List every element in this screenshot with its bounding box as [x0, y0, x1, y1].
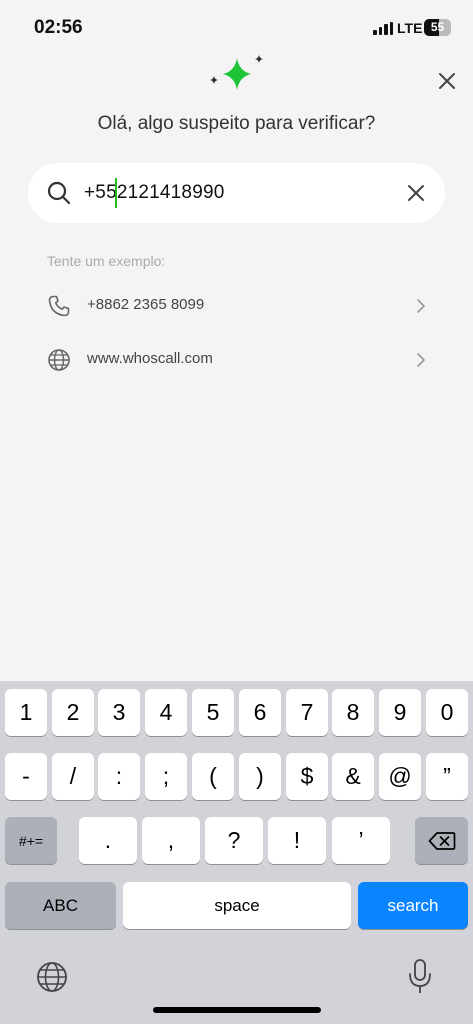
- search-field[interactable]: +552121418990: [28, 163, 445, 223]
- key-4[interactable]: 4: [145, 689, 187, 736]
- key-close-paren[interactable]: ): [239, 753, 281, 800]
- chevron-right-icon: [417, 299, 425, 313]
- microphone-icon[interactable]: [406, 958, 434, 996]
- key-question[interactable]: ?: [205, 817, 263, 864]
- key-2[interactable]: 2: [52, 689, 94, 736]
- phone-icon: [48, 295, 70, 317]
- search-key[interactable]: search: [358, 882, 468, 929]
- close-icon[interactable]: [432, 66, 462, 96]
- key-comma[interactable]: ,: [142, 817, 200, 864]
- key-quote[interactable]: ”: [426, 753, 468, 800]
- key-0[interactable]: 0: [426, 689, 468, 736]
- search-input[interactable]: +552121418990: [84, 182, 225, 204]
- network-type: LTE: [397, 20, 423, 36]
- text-cursor: [115, 178, 117, 208]
- key-at[interactable]: @: [379, 753, 421, 800]
- example-label: +8862 2365 8099: [87, 296, 205, 313]
- chevron-right-icon: [417, 353, 425, 367]
- key-1[interactable]: 1: [5, 689, 47, 736]
- battery-percent: 55: [430, 20, 445, 34]
- home-indicator: [153, 1007, 321, 1013]
- examples-label: Tente um exemplo:: [47, 253, 166, 269]
- key-8[interactable]: 8: [332, 689, 374, 736]
- key-5[interactable]: 5: [192, 689, 234, 736]
- key-more-symbols[interactable]: #+=: [5, 817, 57, 864]
- key-ampersand[interactable]: &: [332, 753, 374, 800]
- key-7[interactable]: 7: [286, 689, 328, 736]
- key-apostrophe[interactable]: ’: [332, 817, 390, 864]
- close-icon[interactable]: [405, 182, 427, 204]
- key-period[interactable]: .: [79, 817, 137, 864]
- backspace-icon: [428, 831, 455, 850]
- sparkle-icon: [210, 55, 263, 90]
- key-dollar[interactable]: $: [286, 753, 328, 800]
- key-semicolon[interactable]: ;: [145, 753, 187, 800]
- battery-icon: 55: [424, 19, 451, 36]
- example-item-phone[interactable]: +8862 2365 8099: [0, 281, 473, 331]
- key-hyphen[interactable]: -: [5, 753, 47, 800]
- key-3[interactable]: 3: [98, 689, 140, 736]
- signal-icon: [373, 22, 393, 35]
- globe-icon[interactable]: [35, 960, 69, 994]
- status-time: 02:56: [34, 17, 83, 38]
- example-item-website[interactable]: www.whoscall.com: [0, 335, 473, 385]
- greeting-title: Olá, algo suspeito para verificar?: [97, 113, 376, 134]
- key-9[interactable]: 9: [379, 689, 421, 736]
- key-open-paren[interactable]: (: [192, 753, 234, 800]
- key-slash[interactable]: /: [52, 753, 94, 800]
- space-key[interactable]: space: [123, 882, 351, 929]
- search-icon: [47, 181, 71, 205]
- delete-key[interactable]: [415, 817, 468, 864]
- status-bar: 02:56 LTE 55: [0, 0, 473, 56]
- globe-icon: [48, 349, 70, 371]
- key-colon[interactable]: :: [98, 753, 140, 800]
- key-6[interactable]: 6: [239, 689, 281, 736]
- key-abc[interactable]: ABC: [5, 882, 116, 929]
- key-exclamation[interactable]: !: [268, 817, 326, 864]
- example-label: www.whoscall.com: [87, 350, 213, 367]
